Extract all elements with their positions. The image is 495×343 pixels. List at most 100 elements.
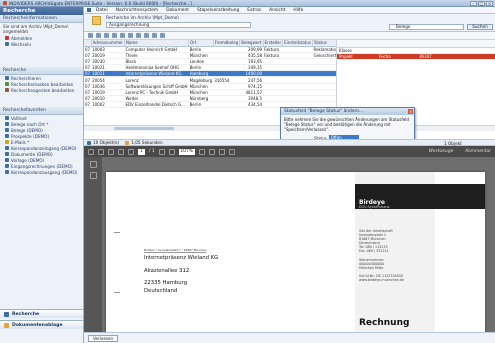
recipient-name: Internetpräsenz Wieland KG [144,255,219,261]
favorite-item-korrespondenzausgang-demo[interactable]: Korrespondenzausgang (DEMO) [0,169,83,175]
leave-button[interactable]: Verlassen [88,335,119,342]
fold-mark [114,292,120,293]
cell: Fecha [379,54,391,59]
duration-tab: 1,05 Sekunden [125,140,163,145]
sidebar-item-label: Wechseln [11,41,32,47]
window-title: INDIVIDERS ARCHIV&gate ENTERPRISE Suite … [9,0,192,6]
columns-icon[interactable] [112,33,117,38]
mask-select[interactable]: Ausgangsrechnung [106,22,251,28]
attachment-icon[interactable] [89,172,97,179]
viewer-toolbar: 1 / 1 107% Werkzeuge Kommentar [84,146,495,157]
favorite-item-korrespondenzeingang-demo[interactable]: Korrespondenzeingang (DEMO) [0,145,83,151]
info-bar: 10 Objekt(e) 1,05 Sekunden 1 Objekt [84,139,495,146]
objects-count: 10 Objekt(e) [93,140,120,145]
zoom-in-icon[interactable] [168,148,175,155]
maximize-button[interactable]: □ [478,1,485,6]
sidebar-button-dokumentenablage[interactable]: Dokumentenablage [0,320,83,329]
table-cell: 07 [84,70,92,78]
right-panel-row[interactable]: Projekt Fecha 36347 [337,54,495,60]
search-button[interactable]: Suchen [467,24,493,30]
refresh-icon[interactable] [120,33,125,38]
minimize-button[interactable]: – [470,1,477,6]
comment-icon[interactable] [218,148,225,155]
tab-kommentar[interactable]: Kommentar [465,149,491,154]
search-icon [4,311,9,317]
search-icon [5,152,9,156]
sidebar-item-rechercheagenten-bearbeiten[interactable]: Rechercheagenten bearbeiten [0,87,83,93]
logout-icon [5,36,9,40]
tab-werkzeuge[interactable]: Werkzeuge [429,149,454,154]
invoice-page: Birdeye EDV-Systemhaus Birdeye * Innovat… [106,172,485,332]
favorite-item-eingangsrechnungen-demo[interactable]: Eingangsrechnungen (DEMO) [0,163,83,169]
window-controls: – □ × [470,1,493,6]
page-down-icon[interactable] [128,148,134,155]
sidebar-item-label: Dokumente (DEMO) [11,151,53,157]
fit-page-icon[interactable] [198,148,205,155]
fit-width-icon[interactable] [208,148,215,155]
search-icon [5,128,9,132]
folder-icon [92,16,101,25]
search-icon [5,134,9,138]
save-icon[interactable] [88,33,93,38]
filter-icon[interactable] [104,33,109,38]
mail-icon[interactable] [136,33,141,38]
search-header: Recherche im Archiv \Mpt_Demo\ Ausgangsr… [84,14,495,32]
menu-app-icon [87,8,91,12]
menu-item-datei[interactable]: Datei [96,8,108,13]
page-up-icon[interactable] [118,148,124,155]
sidebar-item-recherchemasken-bearbeiten[interactable]: Recherchemasken bearbeiten [0,81,83,87]
export-icon[interactable] [128,33,133,38]
pages-icon[interactable] [89,161,97,168]
scrollbar-thumb[interactable] [114,127,174,130]
sidebar-item-label: Belege (DEMO) [11,127,43,133]
menu-item-stapelverarbeitung[interactable]: Stapelverarbeitung [197,8,239,13]
column-header[interactable]: Einstellstatus [282,40,313,47]
search-icon [5,76,9,80]
print-icon[interactable] [96,33,101,38]
open-icon[interactable] [88,148,94,155]
menu-item-nachrichtensystem[interactable]: Nachrichtensystem [116,8,158,13]
menu-item-extras[interactable]: Extras [247,8,261,13]
sidebar-item-label: Korrespondenzausgang (DEMO) [11,169,78,175]
column-header[interactable]: Adressnummer [91,40,125,47]
sidebar-item-label: Recherchemasken bearbeiten [11,81,74,87]
dialog-title: Statusfeld "Belege Status" ändern... × [281,108,414,115]
objects-tab[interactable]: 10 Objekt(e) [87,140,119,145]
grid-toolbar [84,32,495,40]
menu-item-ansicht[interactable]: Ansicht [269,8,285,13]
viewer-tabs: Werkzeuge Kommentar [429,149,495,154]
column-header[interactable]: Belegwert [239,40,264,47]
recipient-country: Deutschland [144,287,178,294]
app-icon [3,1,7,5]
search-input[interactable]: Belege [389,24,464,30]
menu-item-hilfe[interactable]: Hilfe [293,8,303,13]
close-button[interactable]: × [486,1,493,6]
zoom-out-icon[interactable] [158,148,165,155]
cell: 36347 [419,54,432,59]
zoom-input[interactable]: 107% [178,148,195,155]
section-favorites: Recherchefavoriten [0,107,83,115]
section-recherche: Recherche [0,67,83,75]
table-cell: Berlin [188,101,214,109]
menu-item-dokument[interactable]: Dokument [166,8,189,13]
sidebar-item-label: Recherchieren [11,75,42,81]
lock-icon[interactable] [152,33,157,38]
view-icon[interactable] [160,33,165,38]
table-cell: 07 [84,46,92,53]
close-icon[interactable]: × [408,109,413,114]
sidebar-button-recherche[interactable]: Recherche [0,309,83,318]
print-icon[interactable] [98,148,104,155]
recipient-street: Akazienallee 312 [144,267,190,274]
delete-icon[interactable] [144,33,149,38]
sign-icon[interactable] [228,148,235,155]
page-input[interactable]: 1 [138,148,145,155]
dialog-title-text: Statusfeld "Belege Status" ändern... [284,109,364,114]
table-cell: Magdeburg [188,76,214,84]
column-header[interactable]: Ersteller [263,40,284,47]
column-header[interactable]: Fremdbeleg [213,40,241,47]
sidebar-item-label: Korrespondenzeingang (DEMO) [11,145,77,151]
sidebar: Recherche Rechercheinformationen Sie sin… [0,7,84,343]
email-icon[interactable] [108,148,114,155]
search-icon [5,146,9,150]
search-icon [5,122,9,126]
